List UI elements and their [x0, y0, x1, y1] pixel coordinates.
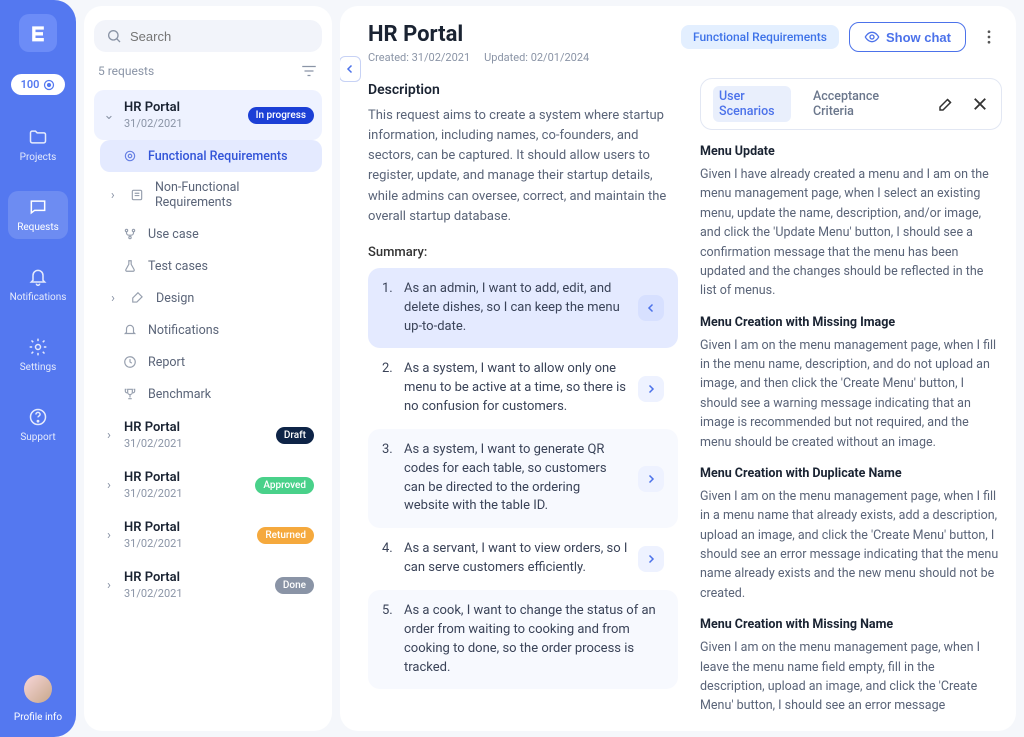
- chevron-right-icon[interactable]: ›: [102, 428, 116, 443]
- subtree-report[interactable]: Report: [100, 346, 322, 378]
- show-chat-button[interactable]: Show chat: [849, 22, 966, 52]
- nav-requests[interactable]: Requests: [8, 191, 68, 239]
- scenario-text: Given I have already created a menu and …: [700, 165, 1002, 301]
- expand-icon[interactable]: [638, 376, 664, 402]
- folder-icon: [28, 127, 48, 147]
- scenario-block: Menu Creation with Missing Name Given I a…: [700, 617, 1002, 715]
- description-text: This request aims to create a system whe…: [368, 106, 678, 227]
- request-item[interactable]: › HR Portal 31/02/2021 Done: [94, 560, 322, 610]
- summary-heading: Summary:: [368, 245, 678, 260]
- status-badge: Approved: [255, 477, 314, 494]
- updated-date: Updated: 02/01/2024: [484, 51, 589, 64]
- requests-panel: 5 requests ⌄ HR Portal 31/02/2021 In pro…: [84, 6, 332, 731]
- branch-icon: [122, 226, 138, 242]
- bell-icon: [28, 267, 48, 287]
- summary-item[interactable]: 5.As a cook, I want to change the status…: [368, 590, 678, 689]
- chat-icon: [28, 197, 48, 217]
- scenario-text: Given I am on the menu management page, …: [700, 487, 1002, 603]
- chevron-right-icon[interactable]: ›: [106, 291, 120, 306]
- scenario-title: Menu Creation with Missing Image: [700, 315, 1002, 330]
- avatar: [24, 675, 52, 703]
- chevron-down-icon[interactable]: ⌄: [102, 108, 116, 123]
- subtree-functional-requirements[interactable]: Functional Requirements: [100, 140, 322, 172]
- scenario-title: Menu Creation with Missing Name: [700, 617, 1002, 632]
- request-item[interactable]: › HR Portal 31/02/2021 Draft: [94, 410, 322, 460]
- bell-icon: [122, 322, 138, 338]
- search-input[interactable]: [130, 29, 310, 44]
- eye-icon: [864, 29, 880, 45]
- subtree-test-cases[interactable]: Test cases: [100, 250, 322, 282]
- subtree-non-functional-requirements[interactable]: › Non-Functional Requirements: [100, 172, 322, 218]
- collapse-icon[interactable]: [638, 295, 664, 321]
- subtree-design[interactable]: › Design: [100, 282, 322, 314]
- filter-icon[interactable]: [300, 62, 318, 80]
- clock-icon: [122, 354, 138, 370]
- scenario-title: Menu Update: [700, 144, 1002, 159]
- pen-icon: [130, 290, 146, 306]
- tab-user-scenarios[interactable]: User Scenarios: [713, 86, 791, 122]
- nav-credits-badge[interactable]: 100: [11, 74, 66, 95]
- summary-item[interactable]: 1.As an admin, I want to add, edit, and …: [368, 268, 678, 349]
- request-item[interactable]: › HR Portal 31/02/2021 Returned: [94, 510, 322, 560]
- requests-count: 5 requests: [98, 64, 154, 78]
- scenario-block: Menu Creation with Duplicate Name Given I…: [700, 466, 1002, 603]
- subtree-use-case[interactable]: Use case: [100, 218, 322, 250]
- nav-projects[interactable]: Projects: [8, 121, 68, 169]
- gear-icon: [28, 337, 48, 357]
- checklist-icon: [130, 187, 145, 203]
- scenario-tabbar: User Scenarios Acceptance Criteria: [700, 78, 1002, 130]
- scenario-text: Given I am on the menu management page, …: [700, 336, 1002, 452]
- collapse-panel-button[interactable]: [340, 56, 361, 82]
- scenario-block: Menu Update Given I have already created …: [700, 144, 1002, 301]
- summary-item[interactable]: 4.As a servant, I want to view orders, s…: [368, 528, 678, 590]
- scenario-block: Menu Creation with Missing Image Given I …: [700, 315, 1002, 452]
- nav-support[interactable]: Support: [8, 401, 68, 449]
- nav-settings[interactable]: Settings: [8, 331, 68, 379]
- subtree-benchmark[interactable]: Benchmark: [100, 378, 322, 410]
- chevron-right-icon[interactable]: ›: [102, 528, 116, 543]
- chevron-right-icon[interactable]: ›: [106, 188, 120, 203]
- summary-item[interactable]: 2.As a system, I want to allow only one …: [368, 348, 678, 429]
- content-panel: HR Portal Created: 31/02/2021 Updated: 0…: [340, 6, 1016, 731]
- trophy-icon: [122, 386, 138, 402]
- close-icon[interactable]: [971, 95, 989, 113]
- tab-acceptance-criteria[interactable]: Acceptance Criteria: [807, 86, 905, 122]
- scenario-text: Given I am on the menu management page, …: [700, 638, 1002, 715]
- expand-icon[interactable]: [638, 546, 664, 572]
- scenario-title: Menu Creation with Duplicate Name: [700, 466, 1002, 481]
- expand-icon[interactable]: [638, 466, 664, 492]
- nav-profile[interactable]: Profile info: [14, 675, 62, 723]
- status-badge: Draft: [276, 427, 314, 444]
- description-heading: Description: [368, 82, 678, 98]
- subtree-notifications[interactable]: Notifications: [100, 314, 322, 346]
- help-icon: [28, 407, 48, 427]
- flask-icon: [122, 258, 138, 274]
- status-badge: Returned: [257, 527, 314, 544]
- nav-notifications[interactable]: Notifications: [8, 261, 68, 309]
- request-item[interactable]: › HR Portal 31/02/2021 Approved: [94, 460, 322, 510]
- edit-icon[interactable]: [937, 95, 955, 113]
- summary-item[interactable]: 3.As a system, I want to generate QR cod…: [368, 429, 678, 528]
- app-nav: 100 Projects Requests Notifications Sett…: [0, 0, 76, 737]
- target-icon: [122, 148, 138, 164]
- request-item[interactable]: ⌄ HR Portal 31/02/2021 In progress: [94, 90, 322, 140]
- badge-count: 100: [21, 78, 40, 91]
- created-date: Created: 31/02/2021: [368, 51, 470, 64]
- chevron-right-icon[interactable]: ›: [102, 578, 116, 593]
- category-tag: Functional Requirements: [681, 25, 839, 49]
- chevron-right-icon[interactable]: ›: [102, 478, 116, 493]
- request-subtree: Functional Requirements › Non-Functional…: [94, 140, 322, 410]
- page-title: HR Portal: [368, 22, 589, 47]
- more-menu-icon[interactable]: [976, 24, 1002, 50]
- status-badge: In progress: [248, 107, 314, 124]
- search-icon: [106, 28, 122, 44]
- status-badge: Done: [275, 577, 314, 594]
- search-input-container[interactable]: [94, 20, 322, 52]
- app-logo[interactable]: [19, 14, 57, 52]
